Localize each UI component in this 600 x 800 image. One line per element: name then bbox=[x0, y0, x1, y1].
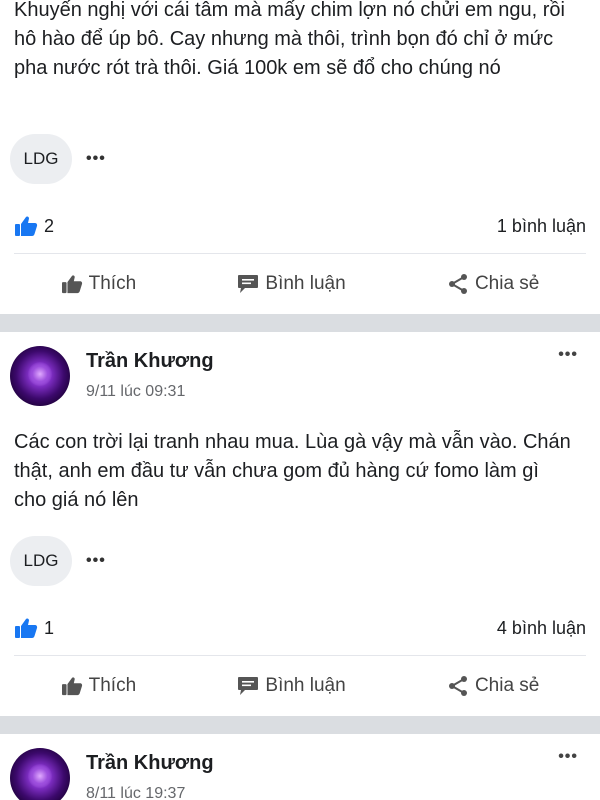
post-header: Trần Khương 8/11 lúc 19:37 ••• bbox=[0, 734, 600, 800]
stats-row: 1 4 bình luận bbox=[0, 614, 600, 642]
share-label: Chia sẻ bbox=[474, 273, 540, 294]
comment-count[interactable]: 1 bình luận bbox=[497, 216, 586, 237]
like-count[interactable]: 1 bbox=[14, 617, 54, 639]
like-button[interactable]: Thích bbox=[61, 273, 137, 295]
thumbs-up-icon bbox=[61, 275, 82, 294]
comment-icon bbox=[238, 677, 259, 695]
share-button[interactable]: Chia sẻ bbox=[447, 675, 539, 697]
share-icon bbox=[448, 676, 467, 696]
thumbs-up-icon bbox=[15, 216, 38, 236]
tag-row: LDG ••• bbox=[0, 131, 106, 187]
more-options-icon[interactable]: ••• bbox=[86, 552, 106, 570]
stats-row: 2 1 bình luận bbox=[0, 212, 600, 240]
like-label: Thích bbox=[88, 675, 137, 696]
comment-label: Bình luận bbox=[265, 675, 346, 696]
like-count-value: 1 bbox=[44, 617, 55, 638]
share-label: Chia sẻ bbox=[474, 675, 540, 696]
post-meta: Trần Khương 8/11 lúc 19:37 bbox=[86, 752, 214, 800]
post-meta: Trần Khương 9/11 lúc 09:31 bbox=[86, 350, 214, 401]
post-card: Trần Khương 8/11 lúc 19:37 ••• bbox=[0, 734, 600, 800]
like-count-value: 2 bbox=[44, 215, 55, 236]
post-timestamp[interactable]: 8/11 lúc 19:37 bbox=[86, 785, 214, 800]
more-options-icon[interactable]: ••• bbox=[558, 346, 578, 364]
author-name[interactable]: Trần Khương bbox=[86, 752, 214, 775]
tag-row: LDG ••• bbox=[0, 533, 106, 589]
post-text: Các con trời lại tranh nhau mua. Lùa gà … bbox=[14, 431, 571, 511]
author-name[interactable]: Trần Khương bbox=[86, 350, 214, 373]
comment-button[interactable]: Bình luận bbox=[237, 273, 346, 295]
like-count[interactable]: 2 bbox=[14, 215, 54, 237]
actions-row: Thích Bình luận Chia sẻ bbox=[0, 254, 600, 314]
like-button[interactable]: Thích bbox=[61, 675, 137, 697]
share-icon bbox=[448, 274, 467, 294]
comment-icon bbox=[238, 275, 259, 293]
actions-row: Thích Bình luận Chia sẻ bbox=[0, 656, 600, 716]
post-card: Trần Khương 9/11 lúc 09:31 ••• Các con t… bbox=[0, 332, 600, 716]
like-label: Thích bbox=[88, 273, 137, 294]
avatar[interactable] bbox=[10, 346, 70, 406]
post-header: Trần Khương 9/11 lúc 09:31 ••• bbox=[0, 332, 600, 412]
post-divider bbox=[0, 314, 600, 332]
more-options-icon[interactable]: ••• bbox=[86, 150, 106, 168]
more-options-icon[interactable]: ••• bbox=[558, 748, 578, 766]
thumbs-up-icon bbox=[15, 618, 38, 638]
share-button[interactable]: Chia sẻ bbox=[447, 273, 539, 295]
stock-tag[interactable]: LDG bbox=[10, 134, 72, 184]
comment-label: Bình luận bbox=[265, 273, 346, 294]
thumbs-up-icon bbox=[61, 677, 82, 696]
comment-button[interactable]: Bình luận bbox=[237, 675, 346, 697]
post-card: Khuyến nghị với cái tâm mà mấy chim lợn … bbox=[0, 0, 600, 314]
post-timestamp[interactable]: 9/11 lúc 09:31 bbox=[86, 383, 214, 401]
post-divider bbox=[0, 716, 600, 734]
avatar[interactable] bbox=[10, 748, 70, 800]
comment-count[interactable]: 4 bình luận bbox=[497, 618, 586, 639]
stock-tag[interactable]: LDG bbox=[10, 536, 72, 586]
post-text: Khuyến nghị với cái tâm mà mấy chim lợn … bbox=[14, 0, 565, 79]
